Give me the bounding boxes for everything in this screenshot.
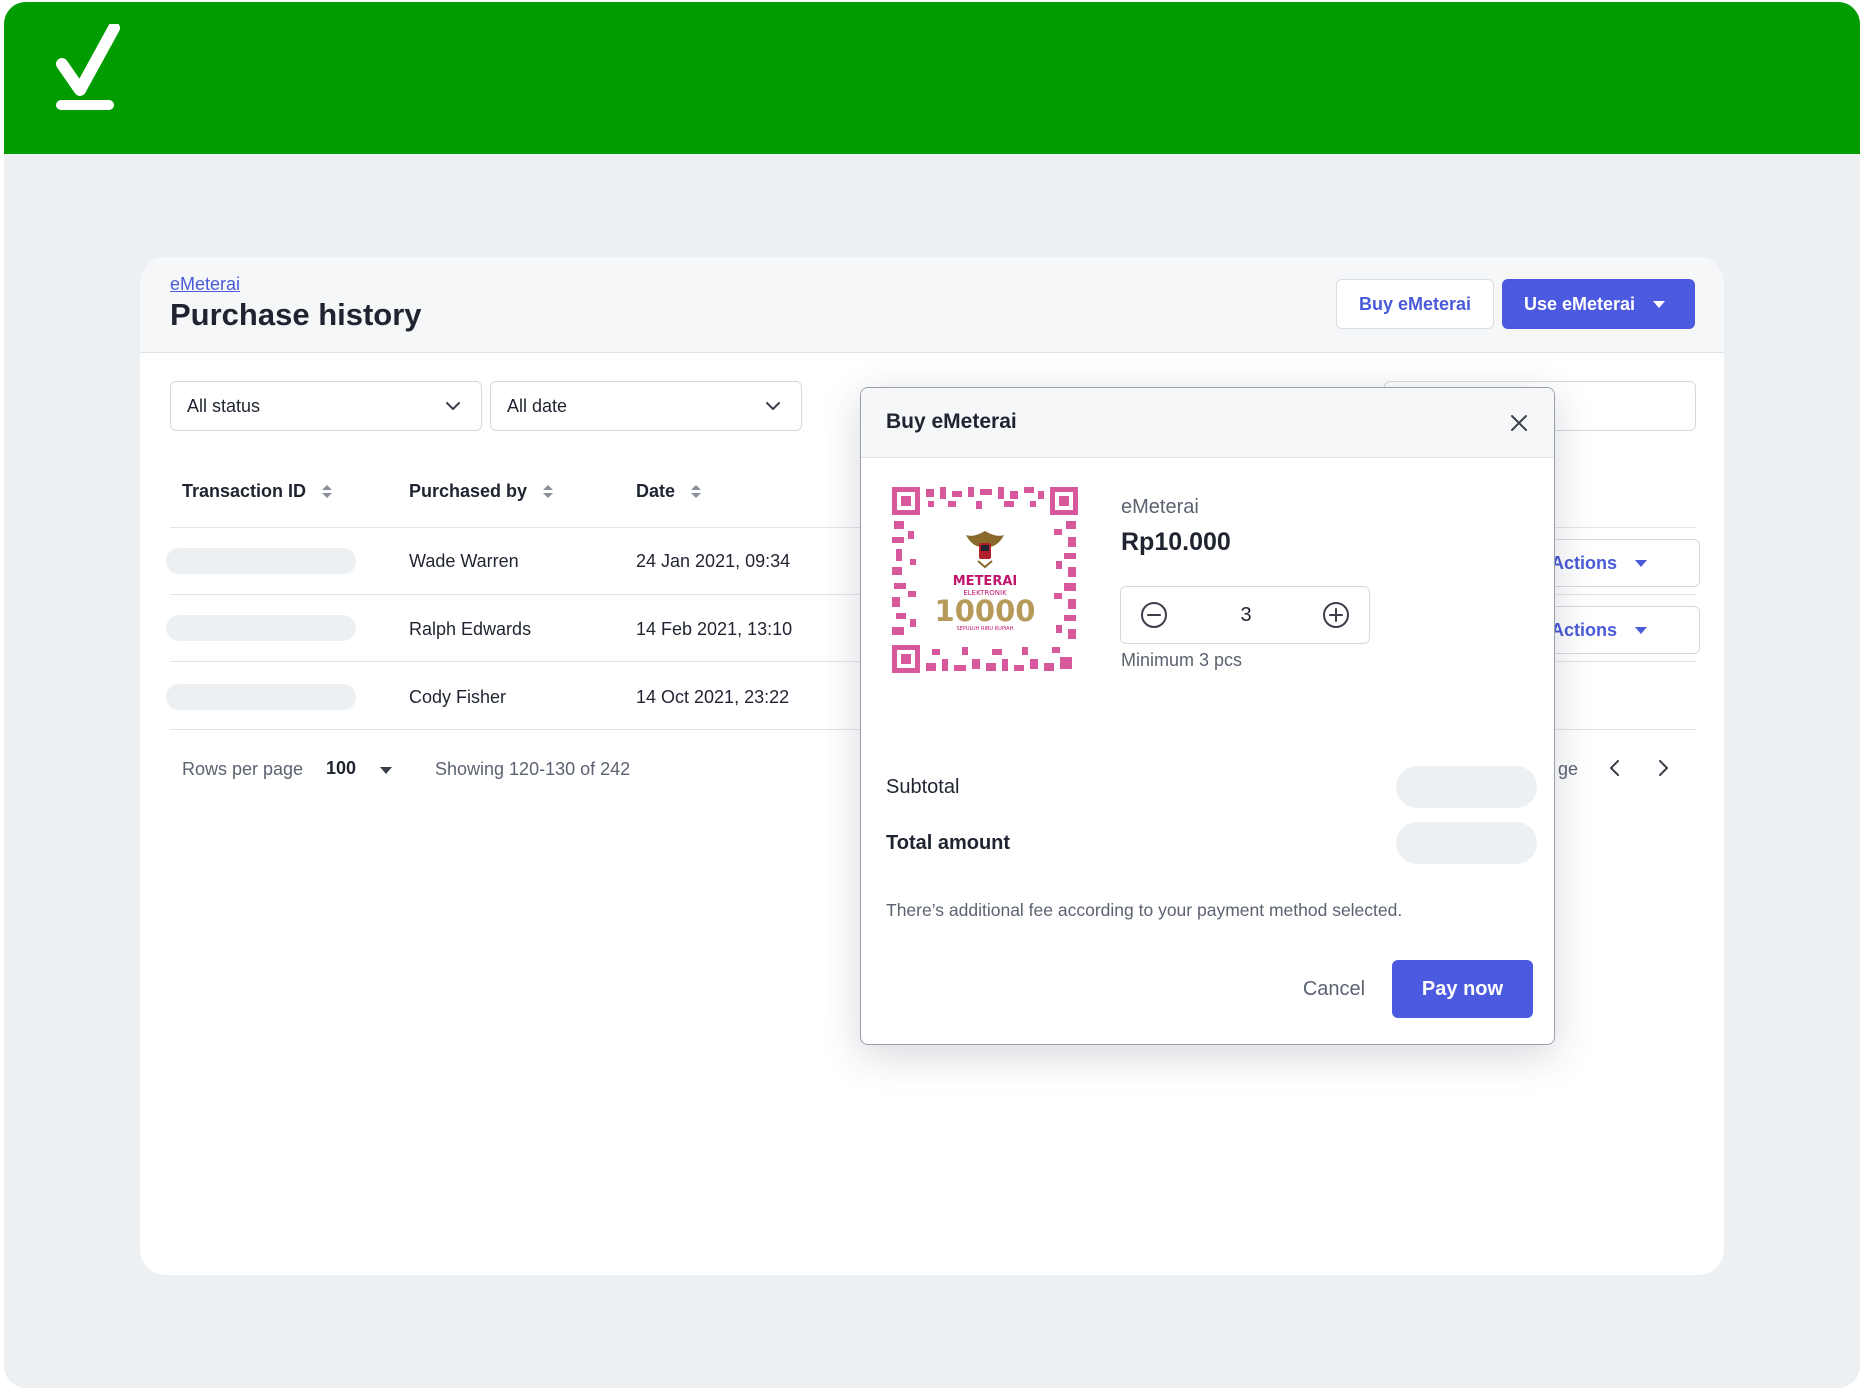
use-emeterai-label: Use eMeterai bbox=[1524, 293, 1636, 314]
cancel-button[interactable]: Cancel bbox=[1281, 960, 1387, 1018]
page-label: ge bbox=[1558, 759, 1579, 779]
caret-down-icon bbox=[1635, 559, 1648, 567]
transaction-id-placeholder bbox=[166, 615, 356, 641]
subtotal-label: Subtotal bbox=[886, 776, 960, 798]
product-name: eMeterai bbox=[1121, 496, 1199, 518]
row-actions-button[interactable]: Actions bbox=[1532, 606, 1700, 654]
stamp-value: 10000 bbox=[935, 594, 1036, 628]
status-filter-value: All status bbox=[187, 395, 261, 416]
status-filter-select[interactable]: All status bbox=[170, 381, 482, 431]
total-amount-placeholder bbox=[1396, 822, 1537, 864]
purchased-by-cell: Ralph Edwards bbox=[409, 619, 532, 639]
breadcrumb-link[interactable]: eMeterai bbox=[170, 274, 240, 295]
date-cell: 14 Feb 2021, 13:10 bbox=[636, 619, 793, 639]
stamp-line1: METERAI bbox=[953, 574, 1017, 589]
date-cell: 14 Oct 2021, 23:22 bbox=[636, 687, 790, 707]
date-filter-value: All date bbox=[507, 395, 568, 416]
row-actions-button[interactable]: Actions bbox=[1532, 539, 1700, 587]
caret-down-icon[interactable] bbox=[380, 767, 392, 774]
chevron-right-icon[interactable] bbox=[1652, 757, 1674, 779]
stamp-words: SEPULUH RIBU RUPIAH bbox=[957, 626, 1014, 632]
fee-note: There’s additional fee according to your… bbox=[886, 900, 1403, 920]
use-emeterai-button[interactable]: Use eMeterai bbox=[1502, 279, 1695, 329]
dialog-title: Buy eMeterai bbox=[886, 410, 1017, 433]
sort-icon bbox=[543, 485, 554, 498]
close-icon[interactable] bbox=[1509, 413, 1529, 433]
date-filter-select[interactable]: All date bbox=[490, 381, 802, 431]
app-frame: eMeterai Purchase history Buy eMeterai U… bbox=[4, 2, 1860, 1388]
caret-down-icon bbox=[1635, 626, 1648, 634]
buy-emeterai-dialog: Buy eMeterai METERAI ELEKTRONIK 10000 SE… bbox=[860, 387, 1555, 1045]
transaction-id-placeholder bbox=[166, 684, 356, 710]
top-banner bbox=[4, 2, 1860, 154]
product-price: Rp10.000 bbox=[1121, 528, 1231, 556]
emeterai-stamp-image: METERAI ELEKTRONIK 10000 SEPULUH RIBU RU… bbox=[892, 487, 1078, 673]
dialog-header: Buy eMeterai bbox=[861, 388, 1554, 458]
caret-down-icon bbox=[1653, 300, 1666, 308]
date-cell: 24 Jan 2021, 09:34 bbox=[636, 551, 791, 571]
checkmark-logo-icon bbox=[56, 24, 120, 110]
actions-label: Actions bbox=[1551, 552, 1618, 573]
chevron-down-icon bbox=[766, 402, 780, 410]
sort-icon bbox=[691, 485, 702, 498]
purchased-by-cell: Cody Fisher bbox=[409, 687, 507, 707]
plus-circle-icon[interactable] bbox=[1321, 600, 1351, 630]
rows-per-page-select[interactable]: 100 bbox=[326, 758, 356, 779]
quantity-stepper: 3 bbox=[1120, 586, 1370, 644]
actions-label: Actions bbox=[1551, 619, 1618, 640]
buy-emeterai-button[interactable]: Buy eMeterai bbox=[1336, 279, 1494, 329]
subtotal-placeholder bbox=[1396, 766, 1537, 808]
column-header-transaction-id[interactable]: Transaction ID bbox=[182, 481, 333, 502]
card-header: eMeterai Purchase history Buy eMeterai U… bbox=[140, 257, 1724, 353]
showing-range: Showing 120-130 of 242 bbox=[435, 759, 631, 779]
column-header-label: Date bbox=[636, 481, 676, 501]
column-header-label: Transaction ID bbox=[182, 481, 307, 501]
page-title: Purchase history bbox=[170, 297, 422, 332]
transaction-id-placeholder bbox=[166, 548, 356, 574]
column-header-label: Purchased by bbox=[409, 481, 528, 501]
minimum-quantity-note: Minimum 3 pcs bbox=[1121, 650, 1243, 670]
purchased-by-cell: Wade Warren bbox=[409, 551, 519, 571]
chevron-down-icon bbox=[446, 402, 460, 410]
column-header-purchased-by[interactable]: Purchased by bbox=[409, 481, 554, 502]
chevron-left-icon[interactable] bbox=[1604, 757, 1626, 779]
column-header-date[interactable]: Date bbox=[636, 481, 702, 502]
total-amount-label: Total amount bbox=[886, 832, 1011, 854]
pay-now-button[interactable]: Pay now bbox=[1392, 960, 1533, 1018]
sort-icon bbox=[322, 485, 333, 498]
rows-per-page-label: Rows per page bbox=[182, 759, 304, 779]
